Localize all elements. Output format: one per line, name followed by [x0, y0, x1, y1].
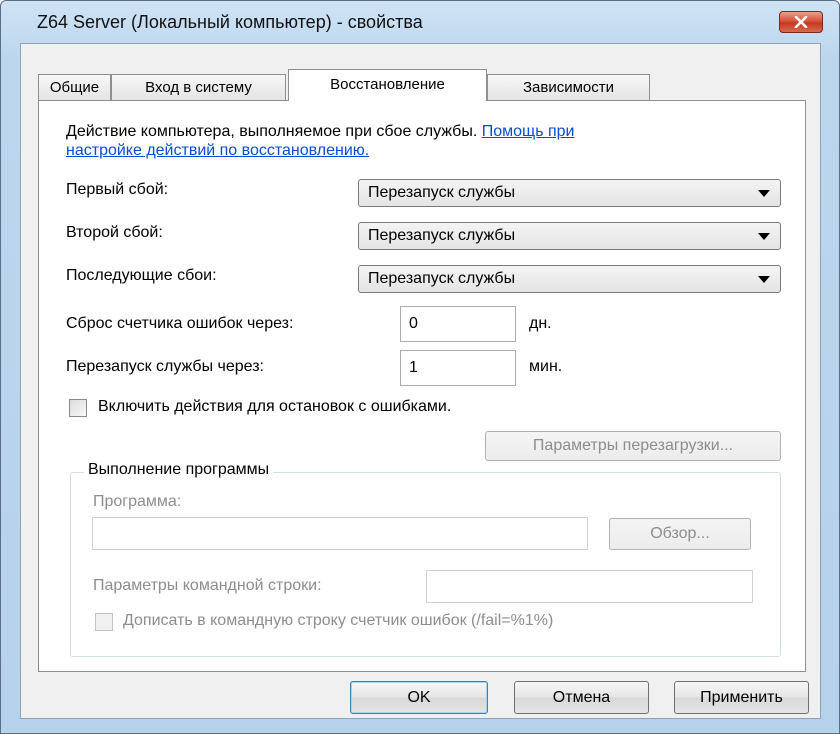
help-link-continued[interactable]: настройке действий по восстановлению.	[66, 142, 369, 160]
restart-after-label: Перезапуск службы через:	[66, 358, 264, 375]
second-failure-select[interactable]: Перезапуск службы	[358, 222, 781, 250]
restart-after-unit: мин.	[529, 358, 563, 375]
enable-actions-label[interactable]: Включить действия для остановок с ошибка…	[98, 398, 451, 416]
subsequent-failures-select[interactable]: Перезапуск службы	[358, 265, 781, 293]
subsequent-failures-value: Перезапуск службы	[368, 270, 516, 287]
restart-options-button[interactable]: Параметры перезагрузки...	[485, 431, 781, 461]
restart-after-input[interactable]	[400, 350, 516, 386]
browse-button[interactable]: Обзор...	[609, 518, 751, 550]
first-failure-select[interactable]: Перезапуск службы	[358, 179, 781, 207]
help-link[interactable]: Помощь при	[482, 123, 575, 140]
reset-count-label: Сброс счетчика ошибок через:	[66, 315, 294, 332]
program-label: Программа:	[93, 493, 182, 510]
chevron-down-icon	[758, 276, 770, 283]
subsequent-failures-label: Последующие сбои:	[66, 267, 217, 284]
description-text: Действие компьютера, выполняемое при сбо…	[66, 123, 478, 140]
cancel-button[interactable]: Отмена	[514, 681, 649, 714]
recovery-description: Действие компьютера, выполняемое при сбо…	[66, 123, 575, 141]
program-input[interactable]	[92, 517, 588, 550]
window-title: Z64 Server (Локальный компьютер) - свойс…	[37, 12, 423, 32]
cmd-params-input[interactable]	[426, 570, 753, 603]
cmd-params-label: Параметры командной строки:	[93, 577, 322, 594]
chevron-down-icon	[758, 190, 770, 197]
first-failure-label: Первый сбой:	[66, 181, 169, 198]
properties-window: Z64 Server (Локальный компьютер) - свойс…	[0, 0, 840, 734]
reset-count-input[interactable]	[400, 306, 516, 342]
close-icon	[794, 16, 808, 28]
tab-general[interactable]: Общие	[38, 74, 111, 101]
recovery-tab-panel: Действие компьютера, выполняемое при сбо…	[38, 100, 806, 672]
tab-logon[interactable]: Вход в систему	[111, 74, 286, 101]
title-bar[interactable]: Z64 Server (Локальный компьютер) - свойс…	[1, 1, 839, 43]
append-fail-label: Дописать в командную строку счетчик ошиб…	[123, 612, 554, 629]
dialog-client-area: Общие Вход в систему Восстановление Зави…	[20, 43, 821, 719]
second-failure-label: Второй сбой:	[66, 224, 163, 241]
run-program-group-title: Выполнение программы	[84, 461, 274, 479]
tab-recovery[interactable]: Восстановление	[288, 69, 487, 101]
enable-actions-checkbox[interactable]	[69, 399, 87, 417]
append-fail-checkbox[interactable]	[95, 613, 113, 631]
apply-button[interactable]: Применить	[674, 681, 809, 714]
ok-button[interactable]: OK	[350, 681, 488, 714]
tab-dependencies[interactable]: Зависимости	[487, 74, 650, 101]
close-button[interactable]	[779, 11, 823, 33]
chevron-down-icon	[758, 233, 770, 240]
reset-count-unit: дн.	[529, 315, 552, 332]
first-failure-value: Перезапуск службы	[368, 184, 516, 201]
second-failure-value: Перезапуск службы	[368, 227, 516, 244]
